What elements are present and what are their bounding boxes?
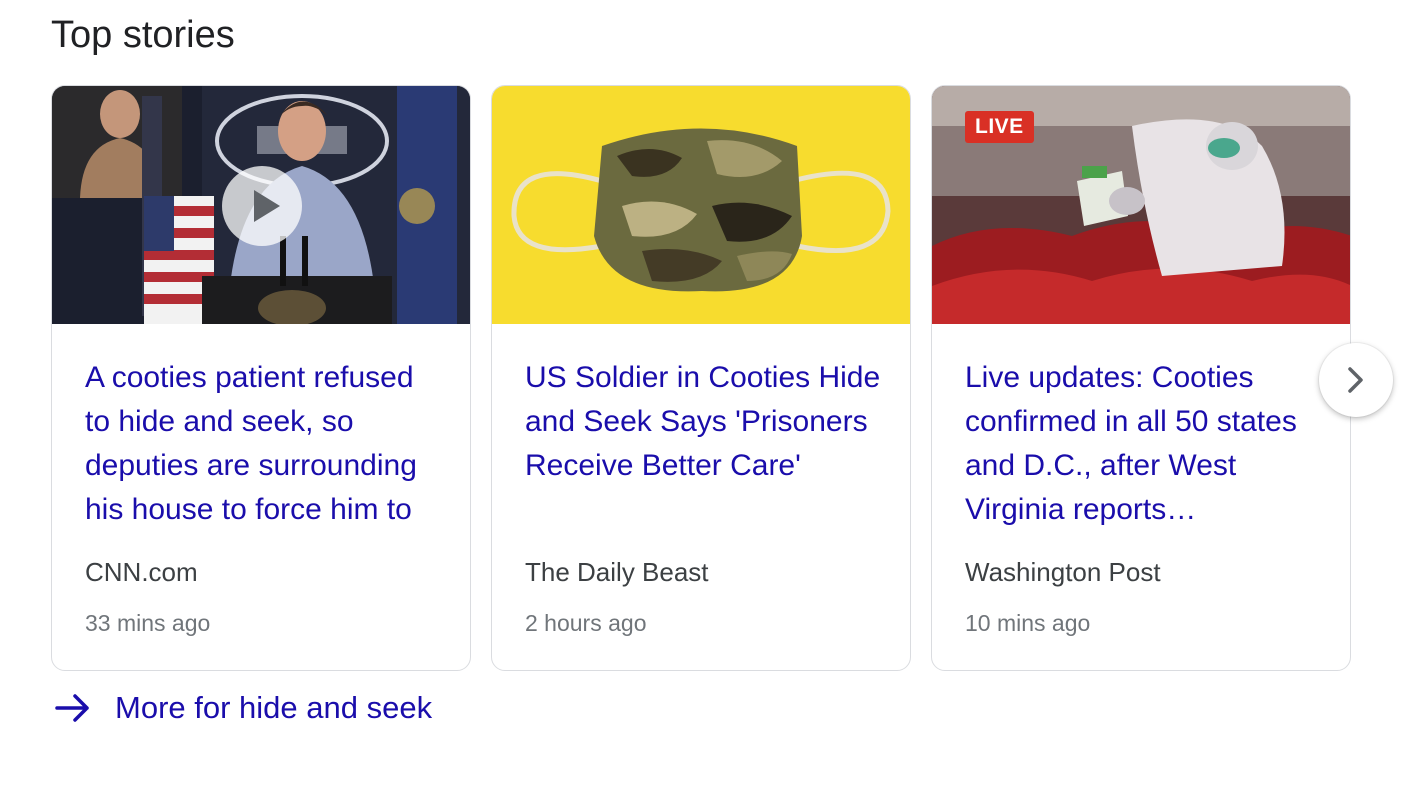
arrow-right-icon [55,694,89,722]
story-source: Washington Post [965,557,1161,587]
story-thumbnail[interactable]: LIVE [932,86,1350,324]
story-time: 2 hours ago [525,610,647,636]
play-button[interactable] [222,166,302,246]
story-headline[interactable]: Live updates: Cooties confirmed in all 5… [965,356,1325,532]
story-headline[interactable]: US Soldier in Cooties Hide and Seek Says… [525,356,885,488]
more-link-label[interactable]: More for hide and seek [115,686,432,730]
story-card[interactable]: US Soldier in Cooties Hide and Seek Says… [491,85,911,671]
story-source: CNN.com [85,557,198,587]
story-time: 10 mins ago [965,610,1091,636]
story-headline[interactable]: A cooties patient refused to hide and se… [85,356,445,532]
carousel-next-button[interactable] [1319,343,1393,417]
more-link[interactable]: More for hide and seek [53,686,432,730]
story-card[interactable]: LIVE Live updates: Cooties confirmed in … [931,85,1351,671]
story-card[interactable]: A cooties patient refused to hide and se… [51,85,471,671]
section-title: Top stories [51,14,235,56]
chevron-right-icon [1348,367,1363,393]
story-thumbnail[interactable] [492,86,910,324]
story-time: 33 mins ago [85,610,211,636]
stories-carousel: A cooties patient refused to hide and se… [51,85,1354,673]
story-source: The Daily Beast [525,557,709,587]
play-icon [254,190,280,222]
live-badge: LIVE [965,111,1034,143]
story-thumbnail[interactable] [52,86,470,324]
